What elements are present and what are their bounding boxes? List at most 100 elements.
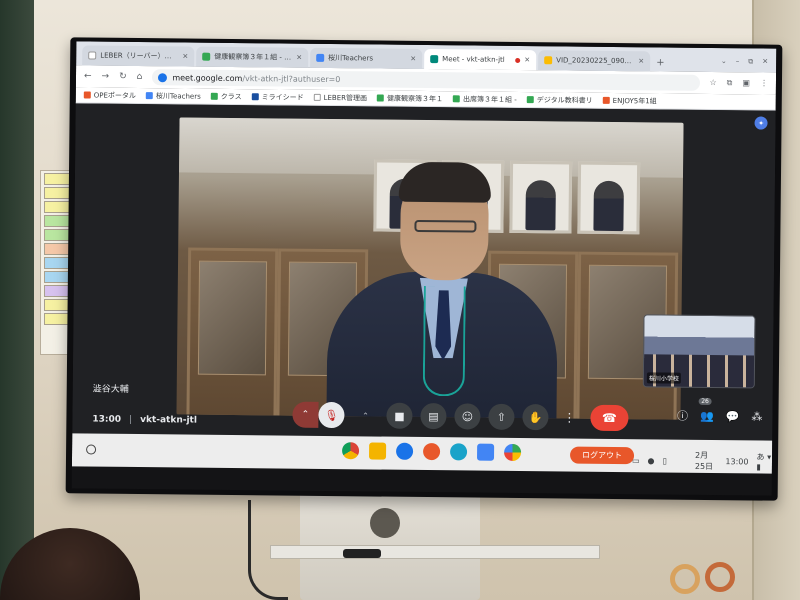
window-close-icon[interactable]: ✕ — [762, 58, 768, 67]
notification-icon: ● — [647, 455, 655, 465]
audio-settings-caret-icon[interactable]: ⌃ — [292, 401, 319, 428]
logout-button[interactable]: ログアウト — [569, 446, 635, 465]
launcher-icon[interactable] — [86, 444, 97, 455]
minimize-icon[interactable]: – — [736, 57, 740, 66]
camera-icon[interactable]: ■ — [386, 402, 413, 429]
new-tab-button[interactable]: + — [652, 57, 669, 71]
close-icon[interactable]: ✕ — [410, 55, 416, 63]
more-options-icon[interactable]: ⋮ — [556, 404, 582, 430]
clock-label: 13:00 — [725, 456, 749, 466]
meeting-time: 13:00 — [92, 414, 122, 425]
participant-count: 26 — [698, 397, 712, 405]
status-area[interactable]: ▭ ● ▯ 2月25日 13:00 あ ▾ ▮ — [632, 449, 772, 472]
bookmark-favicon-icon — [145, 92, 153, 100]
chrome-icon[interactable] — [342, 442, 360, 460]
screen-share-app-icon[interactable] — [449, 443, 468, 461]
speaker-name: 澁谷大輔 — [92, 384, 129, 395]
reload-icon[interactable]: ↻ — [119, 72, 127, 82]
raise-hand-icon[interactable]: ✋ — [522, 404, 549, 431]
home-icon[interactable]: ⌂ — [137, 72, 143, 82]
classroom-icon[interactable] — [369, 442, 387, 460]
self-view-tile[interactable]: 桜川小学校 — [642, 314, 756, 389]
captions-icon[interactable]: ▤ — [420, 402, 447, 430]
bookmark-ope-portal[interactable]: OPEポータル — [83, 90, 136, 101]
tab-label: Meet - vkt-atkn-jtl — [442, 55, 505, 64]
tab-video-file[interactable]: VID_20230225_090718.mp ✕ — [538, 50, 651, 72]
clipboard-icon: ▯ — [662, 456, 668, 466]
present-icon[interactable]: ⇧ — [488, 403, 515, 430]
close-icon[interactable]: ✕ — [296, 54, 302, 62]
mic-off-icon[interactable]: 🎙 — [318, 401, 345, 429]
profile-icon[interactable]: ▣ — [742, 78, 750, 88]
emoji-icon[interactable]: ☺ — [454, 403, 481, 430]
phone-end-icon[interactable]: ☎ — [590, 404, 629, 432]
bookmark-star-icon[interactable]: ☆ — [709, 78, 716, 88]
bookmark-health[interactable]: 健康観察簿３年１ — [377, 93, 443, 104]
meet-call: 桜川小学校 ✦ 澁谷大輔 13:00 | vkt-atkn-jtl ⌃ 🎙 ⌃ … — [72, 103, 776, 441]
docs-icon[interactable] — [476, 443, 495, 461]
bookmark-attendance[interactable]: 出席簿３年１組 - — [453, 94, 517, 105]
toys — [660, 560, 760, 600]
pinned-apps — [342, 442, 522, 462]
chat-icon[interactable]: 💬 — [726, 410, 740, 423]
bookmark-class[interactable]: クラス — [210, 91, 242, 101]
restore-icon[interactable]: ⧉ — [748, 57, 753, 66]
bookmark-digital-textbook[interactable]: デジタル教科書リ — [526, 95, 593, 106]
tab-teachers[interactable]: 桜川Teachers ✕ — [310, 47, 423, 69]
sheets-icon — [202, 52, 211, 61]
bookcase — [186, 247, 279, 419]
camera-icon[interactable] — [422, 443, 441, 461]
bookmark-label: OPEポータル — [93, 91, 136, 100]
bookmark-enjoy[interactable]: ENJOY5年1組 — [602, 95, 657, 106]
date-label: 2月25日 — [694, 450, 714, 472]
people-icon[interactable]: 👥 26 — [698, 397, 714, 423]
activities-icon[interactable]: ⁂ — [751, 410, 762, 423]
tab-health-sheet[interactable]: 健康観察簿３年１組 - Goo ✕ — [196, 46, 309, 68]
address-bar[interactable]: meet.google.com/vkt-atkn-jtl?authuser=0 — [152, 69, 700, 91]
bookmark-favicon-icon — [313, 93, 321, 101]
close-icon[interactable]: ✕ — [524, 56, 530, 64]
url-host: meet.google.com — [172, 72, 243, 83]
url-path: /vkt-atkn-jtl?authuser=0 — [242, 73, 341, 84]
bookmark-favicon-icon — [453, 95, 461, 103]
chalkboard — [0, 0, 34, 600]
bookmark-label: 桜川Teachers — [155, 91, 201, 101]
tab-label: LEBER（リーバー）管理画 — [100, 51, 179, 61]
close-icon[interactable]: ✕ — [182, 52, 188, 60]
bookmark-favicon-icon — [377, 94, 385, 102]
close-icon[interactable]: ✕ — [638, 57, 644, 65]
bookmark-favicon-icon — [251, 93, 259, 101]
bookmark-leber[interactable]: LEBER管理画 — [313, 92, 368, 103]
remote-control — [343, 549, 381, 558]
meet-app-icon[interactable] — [396, 442, 414, 460]
extensions-icon[interactable]: ⧉ — [727, 78, 733, 88]
toolbar-actions: ☆ ⧉ ▣ ⋮ — [709, 78, 768, 89]
tab-search-icon[interactable]: ⌄ — [721, 57, 727, 66]
bookmark-favicon-icon — [526, 96, 534, 104]
bookmark-teachers[interactable]: 桜川Teachers — [145, 91, 201, 102]
bookmark-favicon-icon — [83, 91, 91, 99]
menu-icon[interactable]: ⋮ — [760, 79, 768, 89]
info-icon[interactable]: ⓘ — [677, 408, 688, 424]
bookmark-miraiseed[interactable]: ミライシード — [251, 92, 304, 103]
tab-leber[interactable]: LEBER（リーバー）管理画 ✕ — [82, 45, 195, 67]
bookmark-favicon-icon — [210, 92, 218, 100]
bookmark-favicon-icon — [602, 96, 610, 104]
play-store-icon[interactable] — [503, 443, 522, 462]
cast-icon: ▭ — [631, 455, 640, 465]
forward-icon[interactable]: → — [101, 72, 109, 82]
tv-monitor: LEBER（リーバー）管理画 ✕ 健康観察簿３年１組 - Goo ✕ 桜川Tea… — [65, 37, 783, 501]
bookmark-label: 健康観察簿３年１ — [387, 94, 444, 103]
drive-icon — [544, 56, 553, 65]
system-tray-icons: あ ▾ ▮ — [756, 452, 772, 472]
site-info-icon[interactable] — [158, 72, 168, 82]
os-shelf: ログアウト ▭ ● ▯ 2月25日 13:00 あ ▾ ▮ — [71, 433, 773, 474]
video-settings-caret-icon[interactable]: ⌃ — [352, 402, 378, 428]
sites-icon — [316, 53, 325, 62]
sparkle-icon[interactable]: ✦ — [754, 116, 768, 130]
bookmark-label: ENJOY5年1組 — [612, 96, 657, 105]
stand-shelf — [270, 545, 600, 559]
back-icon[interactable]: ← — [84, 71, 92, 81]
tab-meet[interactable]: Meet - vkt-atkn-jtl ✕ — [424, 48, 537, 71]
bookmark-label: LEBER管理画 — [323, 93, 368, 102]
